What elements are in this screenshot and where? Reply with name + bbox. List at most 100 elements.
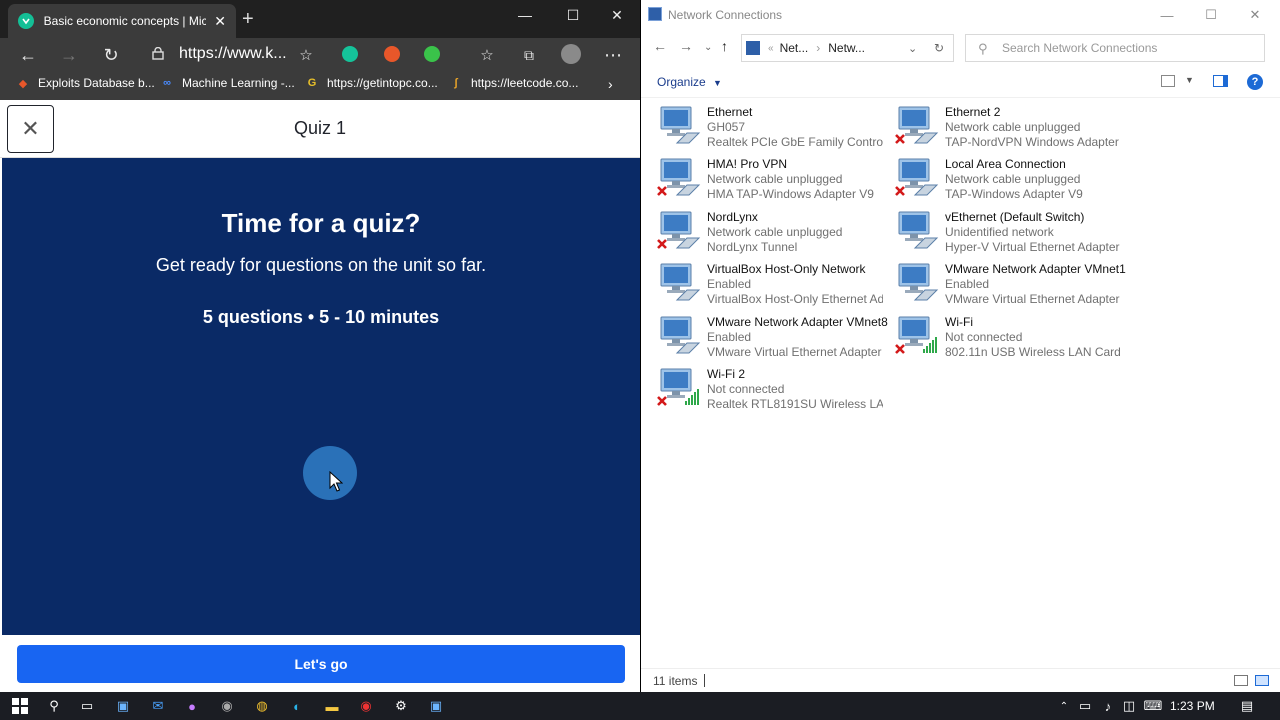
network-connection-item[interactable]: HMA! Pro VPN Network cable unplugged HMA T…: [641, 150, 877, 201]
close-window-icon[interactable]: ✕: [1233, 0, 1277, 30]
notifications-icon[interactable]: ▤: [1238, 697, 1256, 715]
connection-status: Enabled: [707, 277, 752, 291]
lets-go-button[interactable]: Let's go: [17, 645, 625, 683]
network-adapter-icon: [895, 158, 939, 196]
forward-icon[interactable]: →: [679, 38, 693, 54]
network-connection-item[interactable]: VMware Network Adapter VMnet8 Enabled VMwa…: [641, 308, 888, 359]
bookmark[interactable]: ʃ https://leetcode.co...: [449, 76, 578, 90]
add-favorite-icon[interactable]: ☆: [293, 42, 319, 68]
collections-icon[interactable]: ⧉: [516, 42, 542, 68]
windows-start-icon[interactable]: [11, 697, 29, 715]
favorites-bar: ◆ Exploits Database b... ∞ Machine Learn…: [0, 70, 640, 100]
connection-name: NordLynx: [707, 210, 758, 224]
grammarly-icon[interactable]: [342, 46, 358, 62]
bookmark[interactable]: G https://getintopc.co...: [305, 76, 438, 90]
network-adapter-icon: [660, 106, 701, 144]
show-hidden-icons-icon[interactable]: ⌃: [1055, 697, 1073, 715]
close-window-icon[interactable]: ✕: [594, 0, 640, 30]
network-connection-item[interactable]: VMware Network Adapter VMnet1 Enabled VMwa…: [879, 255, 1126, 306]
breadcrumb-item[interactable]: Netw...: [828, 41, 865, 55]
back-icon[interactable]: ←: [653, 38, 667, 54]
network-connection-item[interactable]: Ethernet 2 Network cable unplugged TAP-Nor…: [879, 98, 1121, 149]
meet-now-icon[interactable]: ◫: [1120, 697, 1138, 715]
network-connection-item[interactable]: NordLynx Network cable unplugged NordLynx …: [641, 203, 877, 254]
network-connection-item[interactable]: vEthernet (Default Switch) Unidentified n…: [879, 203, 1120, 254]
tab-title: Basic economic concepts | Micro: [43, 14, 207, 28]
minimize-icon[interactable]: —: [1145, 0, 1189, 30]
quiz-heading: Time for a quiz?: [221, 208, 421, 238]
refresh-icon[interactable]: ↻: [934, 41, 944, 55]
steam-icon[interactable]: ◉: [218, 697, 236, 715]
extension-icon[interactable]: [424, 46, 440, 62]
connection-status: Enabled: [945, 277, 990, 291]
search-icon[interactable]: ⚲: [45, 697, 63, 715]
chevron-down-icon[interactable]: ▼: [1185, 75, 1194, 85]
search-input[interactable]: ⚲ Search Network Connections: [965, 34, 1265, 62]
network-connection-item[interactable]: VirtualBox Host-Only Network Enabled Virtu…: [641, 255, 883, 306]
minimize-icon[interactable]: —: [502, 0, 548, 30]
connection-device: NordLynx Tunnel: [707, 240, 798, 254]
network-connection-item[interactable]: Local Area Connection Network cable unplu…: [879, 150, 1115, 201]
details-view-icon[interactable]: [1234, 675, 1248, 686]
connection-status: Network cable unplugged: [707, 172, 843, 186]
connection-status: Not connected: [707, 382, 785, 396]
address-input[interactable]: https://www.k...: [179, 45, 287, 63]
network-connection-item[interactable]: Wi-Fi 2 Not connected Realtek RTL8191SU Wi…: [641, 360, 883, 411]
change-view-icon[interactable]: [1161, 75, 1175, 87]
connection-name: Wi-Fi 2: [707, 367, 745, 381]
browser-tab[interactable]: Basic economic concepts | Micro ✕: [8, 4, 236, 38]
large-icons-view-icon[interactable]: [1255, 675, 1269, 686]
connection-name: vEthernet (Default Switch): [945, 210, 1085, 224]
address-toolbar: ← → ↻ https://www.k... ☆ ☆ ⧉ ⋯: [0, 38, 640, 70]
address-bar[interactable]: « Net... › Netw... ⌄ ↻: [741, 34, 954, 62]
help-icon[interactable]: ?: [1247, 74, 1263, 90]
breadcrumb-item[interactable]: Net...: [780, 41, 809, 55]
chevron-down-icon: ▼: [713, 78, 722, 88]
new-tab-icon[interactable]: +: [242, 8, 254, 31]
connection-status: Network cable unplugged: [945, 120, 1081, 134]
favorites-icon[interactable]: ☆: [474, 42, 500, 68]
organize-button[interactable]: Organize ▼: [657, 75, 722, 89]
network-status-icon[interactable]: ▭: [1076, 697, 1094, 715]
chevron-right-icon[interactable]: ›: [608, 76, 613, 92]
maximize-icon[interactable]: ☐: [1189, 0, 1233, 30]
volume-icon[interactable]: ♪: [1099, 697, 1117, 715]
profile-avatar[interactable]: [561, 44, 581, 64]
clock[interactable]: 1:23 PM: [1170, 699, 1215, 713]
search-placeholder: Search Network Connections: [1002, 41, 1158, 55]
file-explorer-icon[interactable]: ▬: [323, 697, 341, 715]
edge-icon[interactable]: ◐: [288, 697, 306, 715]
quiz-title: Quiz 1: [293, 118, 347, 138]
bookmark[interactable]: ∞ Machine Learning -...: [160, 76, 295, 90]
settings-gear-icon[interactable]: ⚙: [392, 697, 410, 715]
task-view-icon[interactable]: ▭: [78, 697, 96, 715]
chevron-down-icon[interactable]: ⌄: [908, 42, 917, 55]
messenger-icon[interactable]: ●: [183, 697, 201, 715]
page-content: ✕ Quiz 1 Time for a quiz? Get ready for …: [0, 100, 640, 692]
desktop-app-icon[interactable]: ▣: [114, 697, 132, 715]
refresh-icon[interactable]: ↻: [98, 42, 124, 68]
chrome-icon[interactable]: ◍: [253, 697, 271, 715]
maximize-icon[interactable]: ☐: [550, 0, 596, 30]
connection-device: TAP-NordVPN Windows Adapter ...: [945, 135, 1121, 149]
recent-locations-icon[interactable]: ⌄: [704, 42, 712, 53]
more-icon[interactable]: ⋯: [600, 42, 626, 68]
network-connection-item[interactable]: Wi-Fi Not connected 802.11n USB Wireless L…: [879, 308, 1121, 359]
keyboard-icon[interactable]: ⌨: [1144, 697, 1163, 715]
connection-name: Ethernet 2: [945, 105, 1001, 119]
back-icon[interactable]: ←: [15, 42, 41, 68]
record-icon[interactable]: ◉: [357, 697, 375, 715]
bookmark[interactable]: ◆ Exploits Database b...: [16, 76, 155, 90]
up-icon[interactable]: ↑: [721, 38, 728, 54]
extension-icon[interactable]: [384, 46, 400, 62]
network-adapter-icon: [657, 211, 701, 249]
tab-close-icon[interactable]: ✕: [214, 13, 226, 30]
network-connection-item[interactable]: Ethernet GH057 Realtek PCIe GbE Family Con…: [641, 98, 883, 149]
connection-device: HMA TAP-Windows Adapter V9: [707, 187, 874, 201]
preview-pane-icon[interactable]: [1213, 75, 1228, 87]
network-connections-taskbar-icon[interactable]: ▣: [427, 697, 445, 715]
forward-icon[interactable]: →: [56, 42, 82, 68]
taskbar: ⚲ ▭ ▣ ✉ ● ◉ ◍ ◐ ▬ ◉ ⚙ ▣ ⌃ ▭ ♪ ◫ ⌨ 1:23 P…: [0, 692, 1280, 720]
network-adapter-icon: [898, 211, 939, 249]
mail-icon[interactable]: ✉: [149, 697, 167, 715]
